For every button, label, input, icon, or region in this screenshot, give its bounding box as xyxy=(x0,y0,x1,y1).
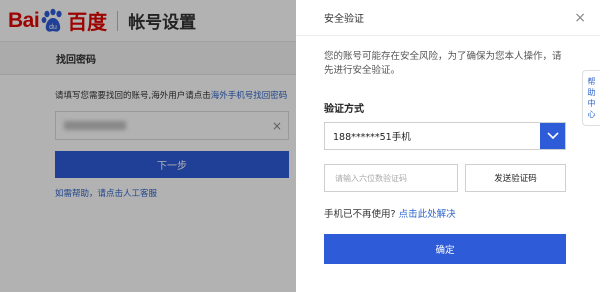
verification-code-input[interactable] xyxy=(324,164,458,192)
security-notice: 您的账号可能存在安全风险，为了确保为您本人操作，请先进行安全验证。 xyxy=(324,51,562,76)
help-tab-char: 帮 xyxy=(587,77,596,86)
resolve-link[interactable]: 点击此处解决 xyxy=(399,209,456,220)
help-tab-char: 中 xyxy=(587,99,596,108)
confirm-button[interactable]: 确定 xyxy=(324,234,566,264)
code-row: 发送验证码 xyxy=(324,164,566,192)
phone-unusable-text: 手机已不再使用? xyxy=(324,209,396,220)
close-icon[interactable]: × xyxy=(574,11,586,25)
selected-phone: 188******51手机 xyxy=(333,132,411,143)
dialog-body: 您的账号可能存在安全风险，为了确保为您本人操作，请先进行安全验证。 验证方式 1… xyxy=(296,36,600,264)
verification-method-label: 验证方式 xyxy=(324,104,364,115)
verification-method-select[interactable]: 188******51手机 xyxy=(324,122,566,150)
dialog-header: 安全验证 × xyxy=(296,0,600,36)
chevron-down-icon[interactable] xyxy=(540,123,565,149)
help-center-tab[interactable]: 帮 助 中 心 xyxy=(582,70,600,126)
help-tab-char: 心 xyxy=(587,110,596,119)
send-code-button[interactable]: 发送验证码 xyxy=(465,164,566,192)
dialog-title: 安全验证 xyxy=(324,14,364,25)
security-verification-dialog: 安全验证 × 您的账号可能存在安全风险，为了确保为您本人操作，请先进行安全验证。… xyxy=(296,0,600,292)
help-tab-char: 助 xyxy=(587,88,596,97)
phone-unusable-row: 手机已不再使用? 点击此处解决 xyxy=(324,206,600,220)
